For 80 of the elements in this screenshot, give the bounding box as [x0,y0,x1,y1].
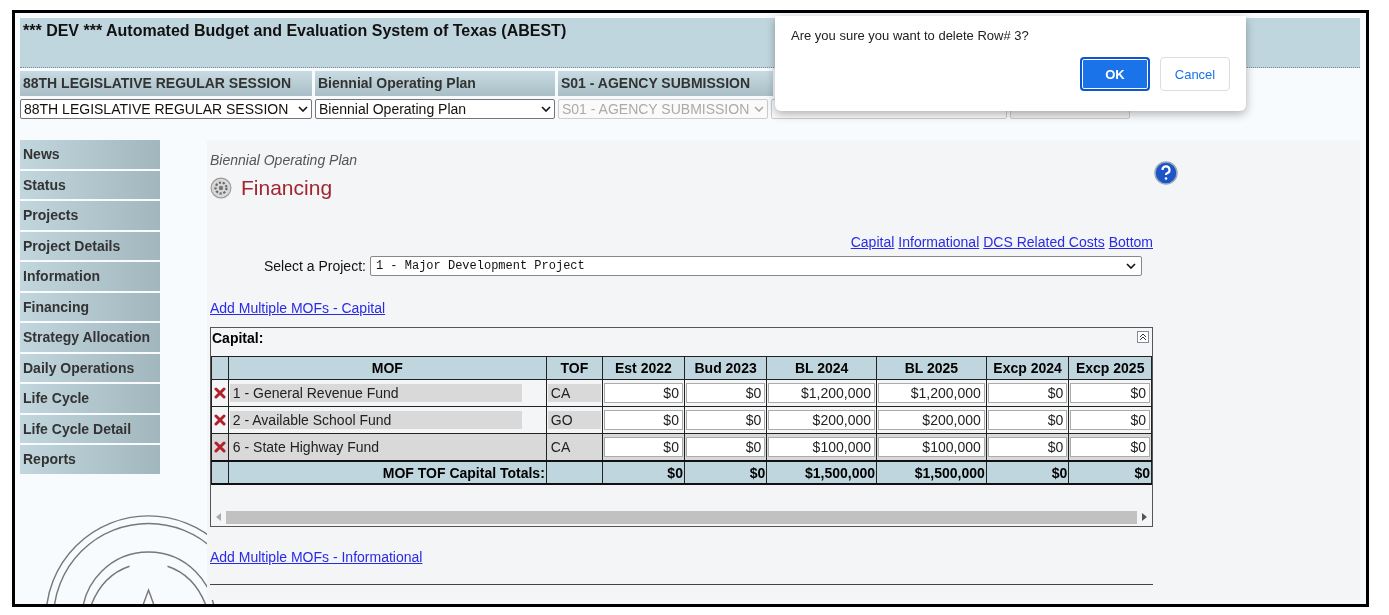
column-header: TOF [546,356,603,380]
total-cell: $0 [602,461,685,484]
amount-field[interactable]: $1,200,000 [878,383,985,403]
sidebar-item[interactable]: Strategy Allocation [20,323,160,352]
chevron-icon [298,106,308,112]
anchor-link[interactable]: Informational [898,234,980,250]
amount-field[interactable]: $0 [1070,410,1150,430]
anchor-link[interactable]: Bottom [1108,234,1153,250]
sidebar-item[interactable]: Project Details [20,231,160,260]
scrollbar-thumb[interactable] [226,510,1137,524]
amount-field[interactable]: $100,000 [768,437,875,457]
chevron-icon [541,106,551,112]
amount-field[interactable]: $100,000 [878,437,985,457]
tof-cell: GO [547,411,601,429]
total-cell: $0 [684,461,767,484]
add-mofs-link[interactable]: Add Multiple MOFs - Informational [210,549,423,565]
column-header: BL 2024 [766,356,877,380]
section-title: Capital: [212,330,264,348]
ok-button[interactable]: OK [1080,57,1150,91]
page-title: Financing [241,176,333,200]
chevron-icon [754,106,764,112]
help-icon[interactable] [1154,161,1178,185]
session-select[interactable]: Biennial Operating Plan [315,99,555,119]
session-select[interactable]: 88TH LEGISLATIVE REGULAR SESSION [20,99,312,119]
anchor-link[interactable]: Capital [850,234,895,250]
mof-field: 2 - Available School Fund [229,411,522,429]
amount-field[interactable]: $0 [987,410,1068,430]
amount-field[interactable]: $0 [1070,383,1150,403]
amount-field[interactable]: $0 [603,410,683,430]
amount-field[interactable]: $0 [685,410,766,430]
amount-field[interactable]: $0 [685,383,766,403]
session-heading: S01 - AGENCY SUBMISSION [558,71,773,96]
tof-cell: CA [547,384,601,402]
total-cell: $0 [986,461,1069,484]
amount-field[interactable]: $0 [685,437,766,457]
chevron-icon [1125,263,1136,269]
sidebar-item[interactable]: Life Cycle Detail [20,414,160,443]
delete-icon[interactable] [213,414,226,426]
sidebar-item[interactable]: Projects [20,201,160,230]
sidebar-item[interactable]: Reports [20,445,160,474]
amount-field[interactable]: $0 [603,383,683,403]
amount-field[interactable]: $200,000 [768,410,875,430]
sidebar-item[interactable]: Daily Operations [20,353,160,382]
session-heading: Biennial Operating Plan [315,71,555,96]
add-mofs-link[interactable]: Add Multiple MOFs - Capital [210,300,386,316]
project-label: Select a Project: [264,258,366,274]
sidebar-item[interactable]: Information [20,262,160,291]
delete-icon[interactable] [213,387,226,399]
sidebar-item[interactable]: Life Cycle [20,384,160,413]
collapse-icon[interactable] [1137,331,1149,343]
column-header: Est 2022 [602,356,685,380]
session-heading: 88TH LEGISLATIVE REGULAR SESSION [20,71,312,96]
scroll-right-icon[interactable] [1141,513,1147,521]
page-subtitle: Biennial Operating Plan [210,152,359,168]
totals-label: MOF TOF Capital Totals: [228,461,547,484]
column-header: Excp 2024 [986,356,1069,380]
project-select[interactable]: 1 - Major Development Project [369,256,1142,276]
cancel-button[interactable]: Cancel [1160,57,1230,91]
total-cell: $0 [1068,461,1152,484]
dialog-message: Are you sure you want to delete Row# 3? [791,28,1030,43]
amount-field[interactable]: $0 [987,437,1068,457]
column-header: Bud 2023 [684,356,767,380]
total-cell: $1,500,000 [876,461,987,484]
app-title: *** DEV *** Automated Budget and Evaluation System of Texas (ABEST) [23,22,567,39]
total-cell: $1,500,000 [766,461,877,484]
delete-icon[interactable] [213,441,226,453]
sidebar-item[interactable]: Status [20,170,160,199]
amount-field[interactable]: $0 [987,383,1068,403]
amount-field[interactable]: $200,000 [878,410,985,430]
amount-field[interactable]: $1,200,000 [768,383,875,403]
sidebar-item[interactable]: Financing [20,292,160,321]
column-header: MOF [228,356,547,380]
gear-icon [210,177,232,199]
sidebar-item[interactable]: News [20,140,160,169]
column-header: Excp 2025 [1068,356,1152,380]
amount-field[interactable]: $0 [1070,437,1150,457]
anchor-link[interactable]: DCS Related Costs [983,234,1105,250]
amount-field[interactable]: $0 [603,437,683,457]
column-header: BL 2025 [876,356,987,380]
mof-field: 1 - General Revenue Fund [229,384,522,402]
